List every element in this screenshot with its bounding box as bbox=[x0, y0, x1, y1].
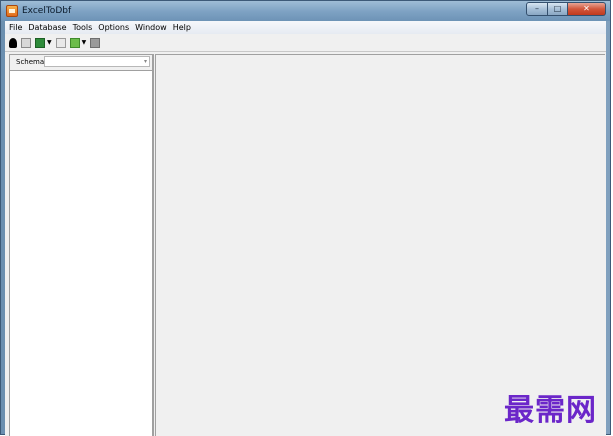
green-table-icon[interactable] bbox=[69, 38, 80, 48]
window-controls: – □ ✕ bbox=[526, 2, 606, 16]
menu-options[interactable]: Options bbox=[98, 22, 129, 34]
table-dropdown-arrow-icon[interactable]: ▼ bbox=[82, 38, 87, 48]
document-icon[interactable] bbox=[55, 38, 66, 48]
close-button[interactable]: ✕ bbox=[568, 2, 606, 16]
connect-icon[interactable] bbox=[9, 38, 17, 48]
excel-dropdown-arrow-icon[interactable]: ▼ bbox=[47, 38, 52, 48]
app-icon bbox=[6, 5, 18, 17]
maximize-button[interactable]: □ bbox=[548, 2, 568, 16]
chevron-down-icon[interactable]: ▾ bbox=[144, 58, 147, 66]
toolbar: ▼ ▼ bbox=[5, 35, 606, 51]
panel-splitter[interactable] bbox=[152, 54, 154, 436]
schema-panel: Schema ▾ bbox=[9, 54, 153, 436]
title-bar[interactable]: ExcelToDbf – □ ✕ bbox=[1, 1, 610, 21]
watermark-logo: 最需网 bbox=[504, 393, 597, 428]
app-window: ExcelToDbf – □ ✕ File Database Tools Opt… bbox=[0, 0, 611, 436]
schema-tree[interactable] bbox=[10, 70, 153, 436]
menu-database[interactable]: Database bbox=[28, 22, 66, 34]
schema-label: Schema bbox=[16, 58, 45, 66]
window-title: ExcelToDbf bbox=[22, 6, 72, 16]
minimize-button[interactable]: – bbox=[526, 2, 548, 16]
toolbar-divider bbox=[5, 51, 606, 52]
menu-window[interactable]: Window bbox=[135, 22, 167, 34]
client-area: File Database Tools Options Window Help … bbox=[5, 21, 606, 436]
menu-bar: File Database Tools Options Window Help bbox=[5, 21, 606, 34]
menu-help[interactable]: Help bbox=[173, 22, 191, 34]
mdi-workspace: 最需网 bbox=[155, 54, 605, 436]
schema-row: Schema ▾ bbox=[10, 55, 153, 69]
schema-select[interactable]: ▾ bbox=[44, 56, 150, 67]
excel-icon[interactable] bbox=[35, 38, 45, 48]
stop-icon[interactable] bbox=[90, 38, 101, 48]
menu-file[interactable]: File bbox=[9, 22, 22, 34]
menu-tools[interactable]: Tools bbox=[73, 22, 93, 34]
document-icon[interactable] bbox=[21, 38, 31, 48]
